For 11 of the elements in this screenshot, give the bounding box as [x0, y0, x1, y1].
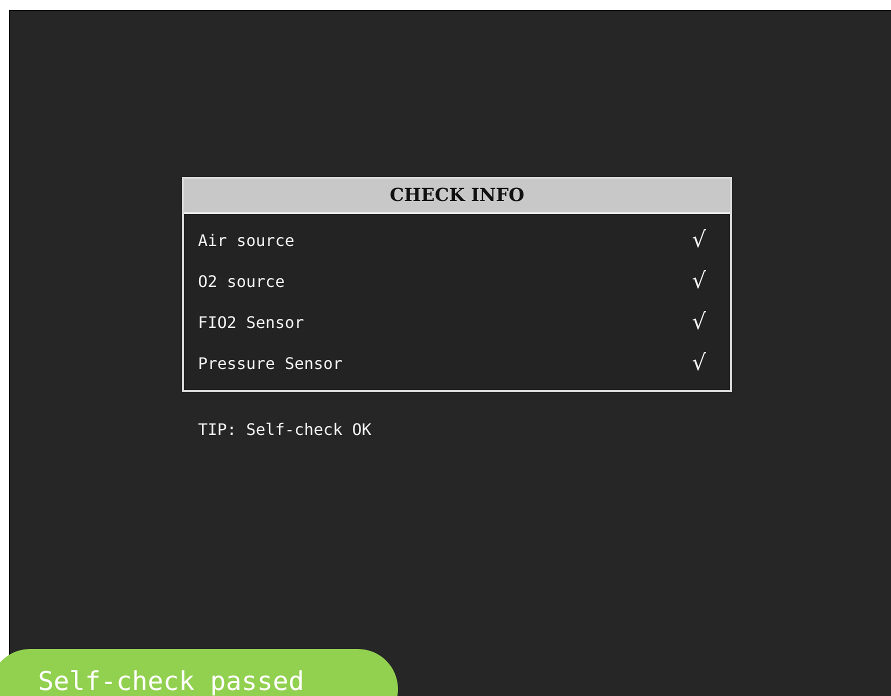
- caption-label: Self-check passed: [0, 649, 398, 696]
- check-item-label: FIO2 Sensor: [198, 313, 304, 332]
- check-mark: √: [692, 310, 706, 335]
- check-mark: √: [692, 269, 706, 294]
- tip-text: TIP: Self-check OK: [198, 420, 372, 439]
- check-item-label: Air source: [198, 231, 294, 250]
- check-mark: √: [692, 228, 706, 253]
- check-item-label: O2 source: [198, 272, 285, 291]
- panel-title: CHECK INFO: [184, 179, 730, 214]
- check-mark: √: [692, 351, 706, 376]
- check-item-label: Pressure Sensor: [198, 354, 342, 373]
